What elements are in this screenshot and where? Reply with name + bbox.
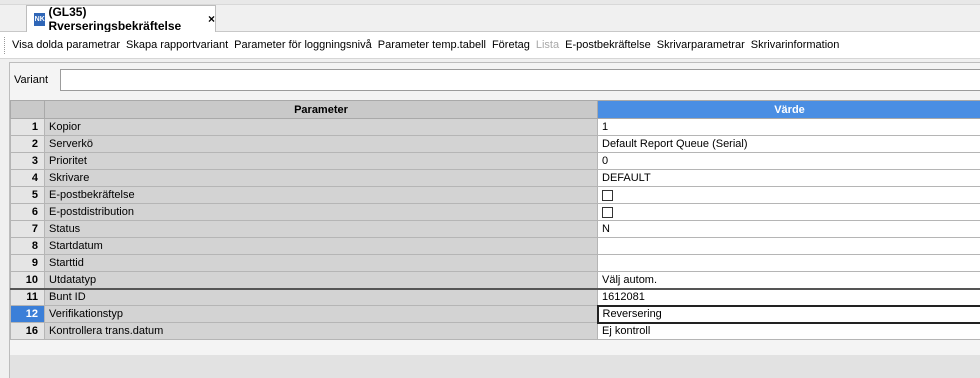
close-tab-icon[interactable]: ×: [208, 12, 215, 26]
row-number: 11: [10, 287, 45, 306]
table-row[interactable]: 3 Prioritet 0: [10, 152, 980, 170]
grid-header-row: Parameter Värde: [10, 100, 980, 119]
toolbar: Visa dolda parametrar Skapa rapportvaria…: [0, 32, 980, 59]
list-button: Lista: [535, 39, 560, 51]
row-number: 6: [10, 203, 45, 221]
table-row[interactable]: 5 E-postbekräftelse: [10, 186, 980, 204]
parameter-value-field[interactable]: 1: [597, 118, 980, 136]
table-row[interactable]: 2 Serverkö Default Report Queue (Serial): [10, 135, 980, 153]
email-confirmation-checkbox[interactable]: [602, 189, 613, 201]
table-row[interactable]: 1 Kopior 1: [10, 118, 980, 136]
grid-empty-area: [10, 355, 980, 378]
company-button[interactable]: Företag: [492, 39, 530, 51]
create-report-variant-button[interactable]: Skapa rapportvariant: [126, 39, 228, 51]
parameter-value-field[interactable]: Reversering: [596, 304, 980, 324]
parameter-name: Status: [44, 220, 598, 238]
printer-parameters-button[interactable]: Skrivarparametrar: [657, 39, 745, 51]
parameter-value-field: [597, 203, 980, 221]
parameter-name: E-postdistribution: [44, 203, 598, 221]
table-row[interactable]: 6 E-postdistribution: [10, 203, 980, 221]
row-number: 3: [10, 152, 45, 170]
table-row[interactable]: 16 Kontrollera trans.datum Ej kontroll: [10, 322, 980, 340]
parameter-name: Startdatum: [44, 237, 598, 255]
parameter-name: E-postbekräftelse: [44, 186, 598, 204]
printer-information-button[interactable]: Skrivarinformation: [751, 39, 840, 51]
variant-label: Variant: [14, 74, 49, 86]
parameter-name: Bunt ID: [44, 287, 598, 306]
tab-title: (GL35) Rverseringsbekräftelse: [48, 5, 182, 33]
table-row[interactable]: 4 Skrivare DEFAULT: [10, 169, 980, 187]
parameter-value-field: [597, 186, 980, 204]
row-number: 4: [10, 169, 45, 187]
parameter-name: Kontrollera trans.datum: [44, 322, 598, 340]
parameter-value-field[interactable]: Default Report Queue (Serial): [597, 135, 980, 153]
parameter-value-field[interactable]: 1612081: [597, 287, 980, 306]
table-row[interactable]: 10 Utdatatyp Välj autom.: [10, 271, 980, 289]
tab-bar: NK (GL35) Rverseringsbekräftelse ×: [0, 0, 980, 33]
row-number: 7: [10, 220, 45, 238]
parameter-panel: Variant Parameter Värde 1 Kopior 1 2 Ser…: [9, 62, 980, 378]
table-row[interactable]: 7 Status N: [10, 220, 980, 238]
email-distribution-checkbox[interactable]: [602, 206, 613, 218]
parameter-name: Serverkö: [44, 135, 598, 153]
table-row[interactable]: 9 Starttid: [10, 254, 980, 272]
parameter-value-field[interactable]: DEFAULT: [597, 169, 980, 187]
parameter-value-field[interactable]: [597, 237, 980, 255]
row-number: 8: [10, 237, 45, 255]
row-number: 16: [10, 322, 45, 340]
email-confirmation-button[interactable]: E-postbekräftelse: [565, 39, 651, 51]
parameter-name: Kopior: [44, 118, 598, 136]
table-row-selected[interactable]: 12 Verifikationstyp Reversering: [10, 304, 980, 324]
parameter-name: Prioritet: [44, 152, 598, 170]
parameter-value-field[interactable]: Ej kontroll: [597, 322, 980, 340]
parameter-value-field[interactable]: 0: [597, 152, 980, 170]
row-number-header: [10, 100, 45, 119]
variant-row: Variant: [10, 69, 980, 91]
row-number: 1: [10, 118, 45, 136]
parameter-column-header[interactable]: Parameter: [44, 100, 598, 119]
row-number: 12: [10, 305, 45, 323]
row-number: 9: [10, 254, 45, 272]
row-number: 2: [10, 135, 45, 153]
temp-table-parameter-button[interactable]: Parameter temp.tabell: [378, 39, 486, 51]
row-number: 10: [10, 271, 45, 289]
table-row[interactable]: 8 Startdatum: [10, 237, 980, 255]
tab-gl35[interactable]: NK (GL35) Rverseringsbekräftelse ×: [26, 5, 216, 33]
parameter-name: Starttid: [44, 254, 598, 272]
parameter-name: Verifikationstyp: [44, 305, 598, 323]
variant-input[interactable]: [60, 69, 980, 91]
parameter-grid: Parameter Värde 1 Kopior 1 2 Serverkö De…: [10, 100, 980, 340]
log-level-parameter-button[interactable]: Parameter för loggningsnivå: [234, 39, 372, 51]
parameter-name: Utdatatyp: [44, 271, 598, 289]
show-hidden-parameters-button[interactable]: Visa dolda parametrar: [12, 39, 120, 51]
value-column-header[interactable]: Värde: [597, 100, 980, 119]
parameter-value-field[interactable]: Välj autom.: [597, 271, 980, 289]
row-number: 5: [10, 186, 45, 204]
parameter-value-field[interactable]: N: [597, 220, 980, 238]
table-row[interactable]: 11 Bunt ID 1612081: [10, 287, 980, 306]
parameter-name: Skrivare: [44, 169, 598, 187]
nk-logo-icon: NK: [34, 12, 46, 26]
toolbar-grip-icon: [4, 36, 8, 54]
parameter-value-field[interactable]: [597, 254, 980, 272]
